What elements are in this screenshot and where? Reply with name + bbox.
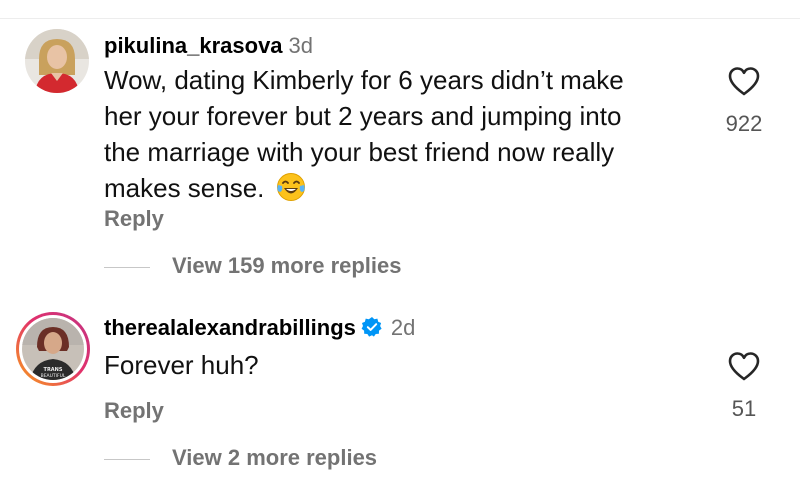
comment-meta: pikulina_krasova 3d [104,32,624,60]
comment-text: Wow, dating Kimberly for 6 years didn’t … [104,62,624,211]
view-more-replies-button[interactable]: View 2 more replies [104,445,377,471]
heart-outline-icon[interactable] [727,352,761,385]
thread-line [104,266,150,268]
heart-outline-icon[interactable] [727,67,761,100]
verified-badge-icon [361,316,383,345]
comment-body: pikulina_krasova 3d Wow, dating Kimberly … [104,32,624,211]
username[interactable]: therealalexandrabillings [104,315,356,340]
like-control: 922 [714,66,774,137]
top-divider [0,18,800,19]
comment-text-line-last: makes sense. [104,170,624,211]
view-more-replies-label: View 159 more replies [172,253,402,278]
like-count: 51 [731,396,757,421]
comment-text-line: Wow, dating Kimberly for 6 years didn’t … [104,65,624,95]
timestamp: 2d [390,315,416,340]
thread-line [104,458,150,460]
comment-meta: therealalexandrabillings 2d [104,314,415,345]
timestamp: 3d [288,33,314,58]
username[interactable]: pikulina_krasova [104,33,283,58]
reply-button[interactable]: Reply [104,206,164,232]
avatar[interactable] [25,29,89,93]
view-more-replies-label: View 2 more replies [172,445,378,470]
comment-text-line: Forever huh? [104,350,259,380]
avatar-story-ring[interactable]: TRANS BEAUTIFUL [15,311,91,387]
like-control: 51 [714,351,774,422]
svg-text:BEAUTIFUL: BEAUTIFUL [41,373,66,379]
face-with-tears-of-joy-emoji [276,172,306,211]
comment-text-line: makes sense. [104,173,265,203]
comment-text-line: the marriage with your best friend now r… [104,137,615,167]
comment-text-line: her your forever but 2 years and jumping… [104,101,622,131]
reply-button[interactable]: Reply [104,398,164,424]
svg-text:TRANS: TRANS [44,367,63,373]
like-count: 922 [725,111,763,136]
view-more-replies-button[interactable]: View 159 more replies [104,253,402,279]
comment-body: therealalexandrabillings 2d Forever huh? [104,314,415,383]
comment-text: Forever huh? [104,347,415,383]
